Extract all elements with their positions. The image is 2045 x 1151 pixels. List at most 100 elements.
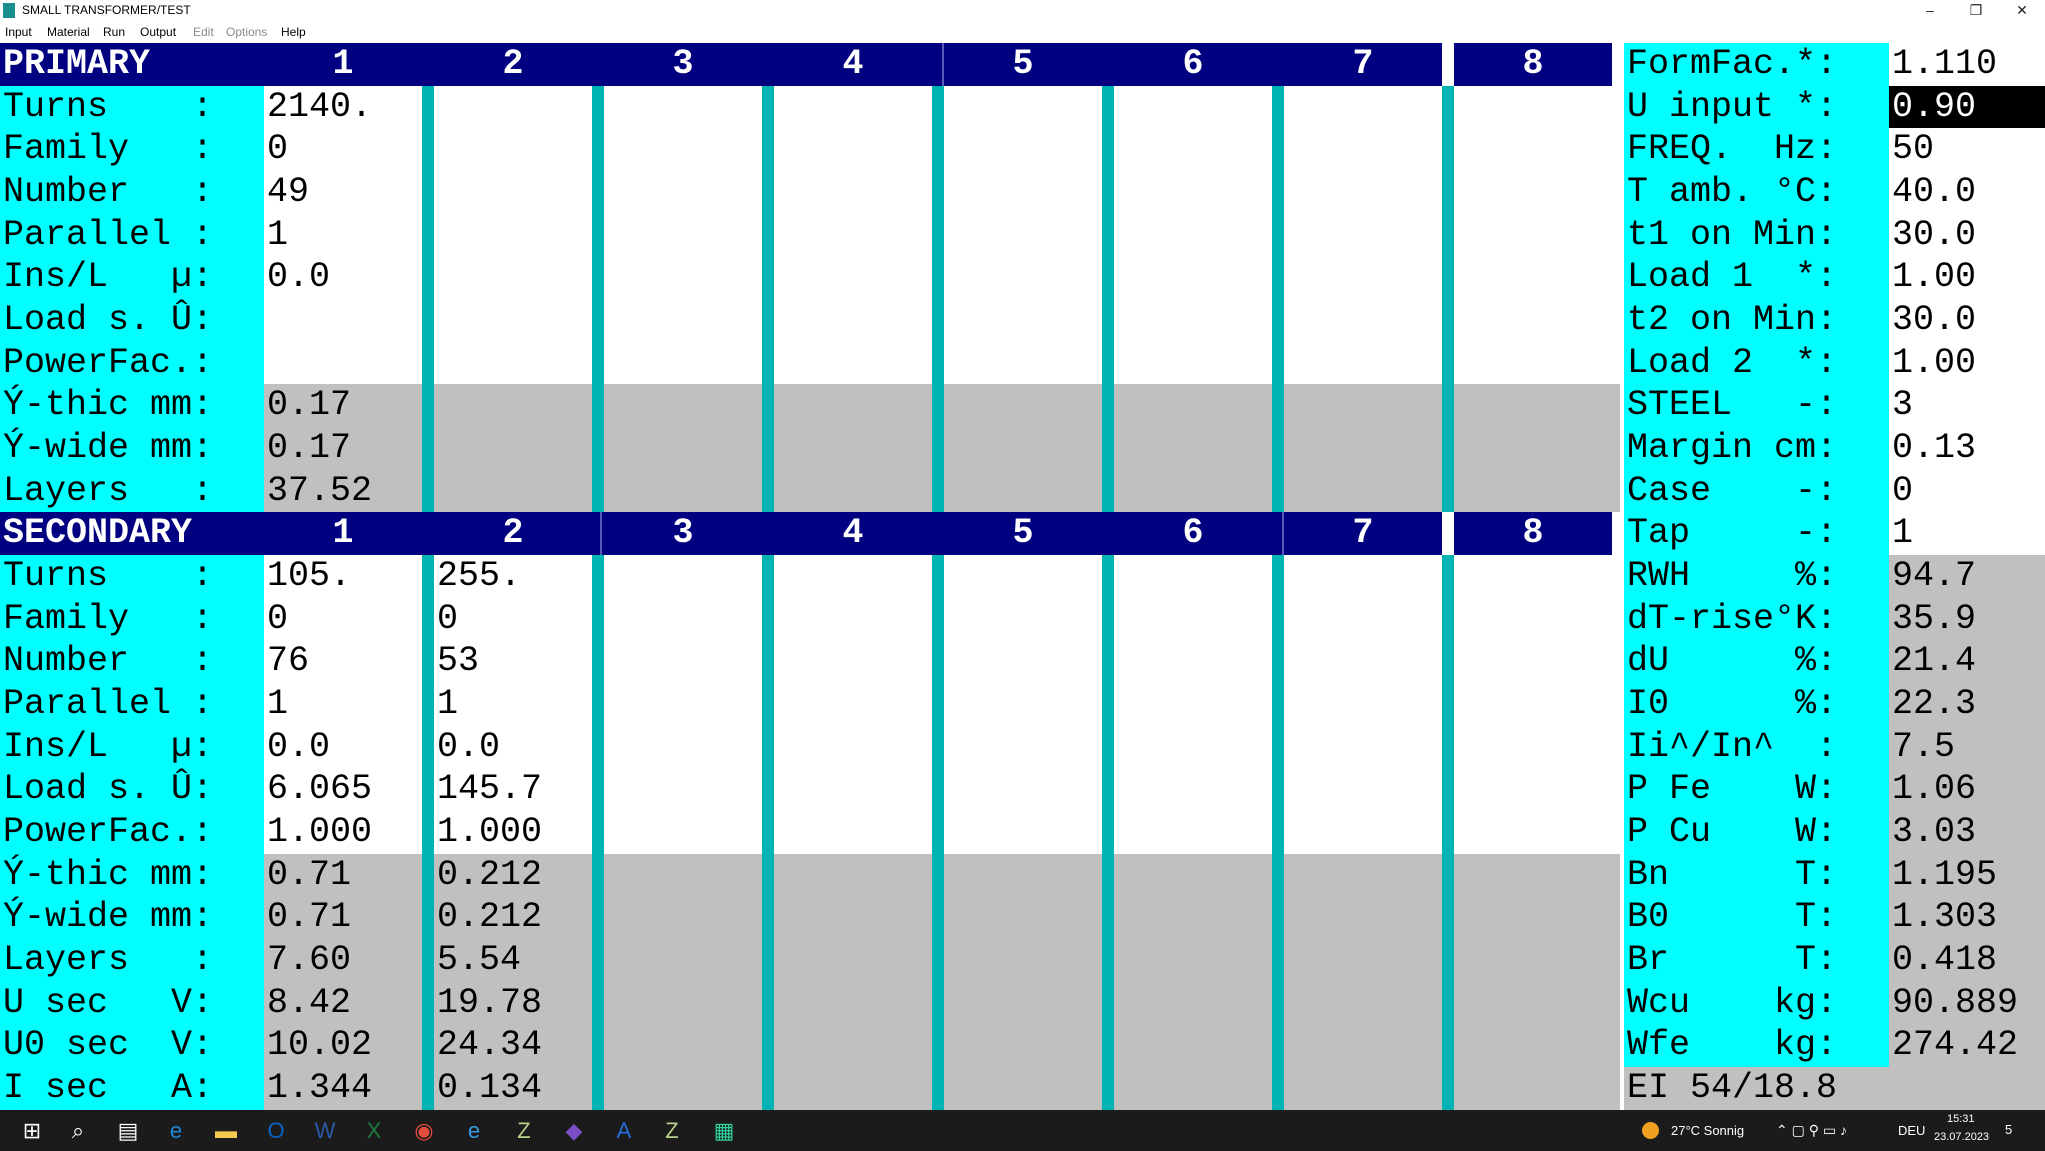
primary-cell[interactable]	[944, 256, 1114, 299]
secondary-cell[interactable]	[1454, 683, 1620, 726]
primary-cell[interactable]	[434, 213, 604, 257]
secondary-cell[interactable]	[1284, 939, 1454, 982]
primary-cell[interactable]	[774, 213, 944, 257]
primary-cell[interactable]	[1284, 213, 1454, 257]
primary-cell[interactable]	[1114, 213, 1284, 257]
secondary-cell[interactable]	[1284, 768, 1454, 812]
primary-cell[interactable]	[1114, 85, 1284, 129]
primary-cell[interactable]	[774, 256, 944, 299]
secondary-cell[interactable]	[1114, 1067, 1284, 1110]
secondary-cell[interactable]	[1284, 1067, 1454, 1110]
secondary-cell[interactable]	[774, 896, 944, 940]
primary-cell[interactable]	[434, 299, 604, 342]
secondary-cell[interactable]	[1454, 981, 1620, 1025]
menu-material[interactable]: Material	[47, 25, 90, 39]
primary-cell[interactable]	[604, 256, 774, 299]
secondary-cell[interactable]	[944, 981, 1114, 1025]
windows-start-icon[interactable]: ⊞	[12, 1110, 52, 1151]
secondary-cell[interactable]	[1114, 811, 1284, 854]
calculator-icon[interactable]: ▦	[704, 1110, 744, 1151]
primary-cell[interactable]	[264, 299, 434, 342]
primary-cell[interactable]	[1454, 427, 1620, 470]
secondary-cell[interactable]	[944, 939, 1114, 982]
secondary-cell[interactable]	[1114, 555, 1284, 598]
primary-cell[interactable]	[434, 384, 604, 428]
param-input[interactable]: 30.0	[1889, 299, 2045, 342]
secondary-cell[interactable]	[1454, 768, 1620, 812]
secondary-cell[interactable]: 19.78	[434, 981, 604, 1025]
primary-cell[interactable]	[1114, 256, 1284, 299]
primary-cell[interactable]	[1284, 384, 1454, 428]
primary-cell[interactable]	[434, 469, 604, 513]
primary-cell[interactable]: 0	[264, 128, 434, 171]
secondary-cell[interactable]	[1284, 896, 1454, 940]
primary-cell[interactable]	[1114, 299, 1284, 342]
primary-cell[interactable]	[944, 128, 1114, 171]
secondary-cell[interactable]	[1114, 939, 1284, 982]
primary-cell[interactable]	[1454, 469, 1620, 513]
primary-cell[interactable]	[1114, 384, 1284, 428]
secondary-cell[interactable]	[1114, 597, 1284, 641]
secondary-cell[interactable]: 0.212	[434, 896, 604, 940]
menu-output[interactable]: Output	[140, 25, 176, 39]
secondary-cell[interactable]: 76	[264, 640, 434, 684]
primary-cell[interactable]	[604, 341, 774, 385]
primary-cell[interactable]	[1284, 256, 1454, 299]
secondary-cell[interactable]	[774, 555, 944, 598]
primary-cell[interactable]	[1114, 128, 1284, 171]
secondary-cell[interactable]	[944, 768, 1114, 812]
secondary-cell[interactable]	[604, 853, 774, 897]
primary-cell[interactable]	[774, 299, 944, 342]
secondary-cell[interactable]: 6.065	[264, 768, 434, 812]
secondary-cell[interactable]: 5.54	[434, 939, 604, 982]
secondary-cell[interactable]	[944, 1024, 1114, 1068]
secondary-cell[interactable]: 255.	[434, 555, 604, 598]
secondary-cell[interactable]	[1284, 683, 1454, 726]
secondary-cell[interactable]	[1114, 640, 1284, 684]
secondary-cell[interactable]: 0	[434, 597, 604, 641]
language-indicator[interactable]: DEU	[1898, 1123, 1925, 1138]
primary-cell[interactable]	[774, 171, 944, 214]
param-input[interactable]: 40.0	[1889, 171, 2045, 214]
primary-cell[interactable]: 0.17	[264, 384, 434, 428]
primary-cell[interactable]	[774, 469, 944, 513]
primary-cell[interactable]	[944, 469, 1114, 513]
secondary-cell[interactable]	[604, 896, 774, 940]
task-view-icon[interactable]: ▤	[108, 1110, 148, 1151]
secondary-cell[interactable]	[1454, 939, 1620, 982]
primary-cell[interactable]	[1454, 85, 1620, 129]
primary-cell[interactable]	[604, 213, 774, 257]
primary-cell[interactable]	[774, 341, 944, 385]
primary-cell[interactable]	[604, 128, 774, 171]
secondary-cell[interactable]	[1454, 640, 1620, 684]
primary-cell[interactable]	[774, 128, 944, 171]
minimize-button[interactable]: –	[1907, 0, 1953, 21]
primary-cell[interactable]	[1284, 128, 1454, 171]
secondary-cell[interactable]	[944, 853, 1114, 897]
primary-cell[interactable]	[434, 256, 604, 299]
outlook-icon[interactable]: O	[256, 1110, 296, 1151]
primary-cell[interactable]	[434, 171, 604, 214]
menu-edit[interactable]: Edit	[193, 25, 214, 39]
secondary-cell[interactable]	[1454, 1024, 1620, 1068]
primary-cell[interactable]	[1454, 341, 1620, 385]
secondary-cell[interactable]	[774, 640, 944, 684]
param-input[interactable]: 1.00	[1889, 341, 2045, 385]
primary-cell[interactable]	[1114, 427, 1284, 470]
secondary-cell[interactable]: 0.71	[264, 896, 434, 940]
secondary-cell[interactable]	[774, 597, 944, 641]
secondary-cell[interactable]	[604, 768, 774, 812]
param-input[interactable]: 0.90	[1889, 85, 2045, 129]
secondary-cell[interactable]	[604, 939, 774, 982]
secondary-cell[interactable]	[944, 597, 1114, 641]
primary-cell[interactable]	[434, 427, 604, 470]
secondary-cell[interactable]	[774, 725, 944, 769]
edge-icon[interactable]: e	[156, 1110, 196, 1151]
secondary-cell[interactable]	[944, 896, 1114, 940]
secondary-cell[interactable]	[1114, 896, 1284, 940]
secondary-cell[interactable]	[774, 853, 944, 897]
maximize-button[interactable]: ❐	[1953, 0, 1999, 21]
search-icon[interactable]: ⌕	[58, 1110, 98, 1151]
primary-cell[interactable]	[1454, 384, 1620, 428]
primary-cell[interactable]: 37.52	[264, 469, 434, 513]
